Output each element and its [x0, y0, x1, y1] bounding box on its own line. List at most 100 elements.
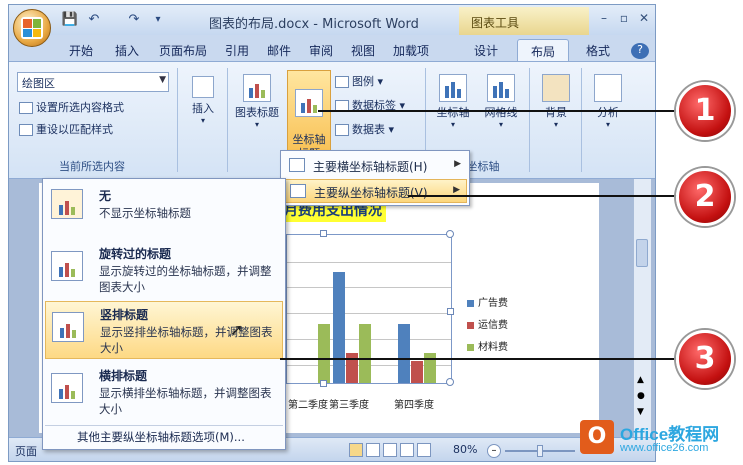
page-indicator[interactable]: 页面: [15, 443, 37, 459]
background-button[interactable]: 背景 ▾: [533, 74, 579, 129]
office-button[interactable]: [13, 9, 51, 47]
data-table-label: 数据表: [352, 123, 385, 136]
tab-design[interactable]: 设计: [461, 39, 511, 61]
outline-icon[interactable]: [400, 443, 414, 457]
data-table-button[interactable]: 数据表 ▾: [335, 120, 394, 140]
next-page-icon[interactable]: ▼: [637, 407, 644, 417]
x-axis-tick-label: 第二季度: [288, 400, 328, 411]
legend-swatch: [467, 321, 474, 329]
legend-entry: 运信费: [467, 316, 508, 331]
gridlines-icon: [487, 74, 515, 102]
axis-titles-menu: 主要横坐标轴标题(H) ▶ 主要纵坐标轴标题(V) ▶: [280, 150, 470, 206]
bar-材料费[interactable]: [318, 324, 330, 383]
resize-handle[interactable]: [320, 380, 327, 387]
chart-title-label: 图表标题: [235, 106, 279, 119]
legend-swatch: [467, 343, 474, 351]
format-selection-label: 设置所选内容格式: [36, 101, 124, 114]
resize-handle[interactable]: [446, 230, 454, 238]
tab-insert[interactable]: 插入: [105, 39, 149, 61]
legend-button[interactable]: 图例 ▾: [335, 72, 383, 92]
axes-icon: [439, 74, 467, 102]
background-icon: [542, 74, 570, 102]
resize-handle[interactable]: [446, 378, 454, 386]
tab-references[interactable]: 引用: [217, 39, 257, 61]
menu-option-description: 显示旋转过的坐标轴标题，并调整图表大小: [99, 264, 272, 294]
menu-item-label: 主要横坐标轴标题(H): [313, 160, 428, 174]
watermark: O Office教程网 www.office26.com: [580, 418, 740, 462]
tab-home[interactable]: 开始: [59, 39, 103, 61]
zoom-out-icon[interactable]: –: [487, 444, 501, 458]
menu-option-description: 显示横排坐标轴标题，并调整图表大小: [99, 386, 272, 416]
print-layout-icon[interactable]: [349, 443, 363, 457]
reset-style-label: 重设以匹配样式: [36, 123, 113, 136]
legend-label: 广告费: [478, 298, 508, 309]
tab-mailings[interactable]: 邮件: [259, 39, 299, 61]
tab-review[interactable]: 审阅: [301, 39, 341, 61]
bar-运信费[interactable]: [411, 361, 423, 383]
menu-option-horizontal-title[interactable]: 横排标题 显示横排坐标轴标题，并调整图表大小: [45, 363, 283, 421]
chart-tools-context-label: 图表工具: [459, 7, 589, 35]
undo-icon[interactable]: ↶: [85, 12, 103, 28]
analysis-button[interactable]: 分析 ▾: [585, 74, 631, 129]
zoom-level[interactable]: 80%: [453, 443, 477, 456]
reset-style-button[interactable]: 重设以匹配样式: [19, 120, 113, 140]
maximize-icon[interactable]: ▫: [615, 11, 633, 27]
gridlines-button[interactable]: 网格线 ▾: [477, 74, 525, 129]
horizontal-title-icon: [51, 373, 83, 403]
resize-handle[interactable]: [320, 230, 327, 237]
more-vertical-axis-title-options[interactable]: 其他主要纵坐标轴标题选项(M)...: [77, 429, 245, 445]
tab-format[interactable]: 格式: [573, 39, 623, 61]
format-selection-button[interactable]: 设置所选内容格式: [19, 98, 124, 118]
resize-handle[interactable]: [447, 308, 454, 315]
office-watermark-logo-icon: O: [580, 420, 614, 454]
submenu-arrow-icon: ▶: [453, 185, 460, 195]
horizontal-axis-title-icon: [289, 158, 305, 172]
gridline: [287, 262, 451, 263]
bar-材料费[interactable]: [359, 324, 371, 383]
group-separator: [581, 68, 582, 172]
bar-广告费[interactable]: [398, 324, 410, 383]
browse-object-icon[interactable]: ●: [637, 391, 645, 401]
menu-option-rotated-title[interactable]: 旋转过的标题 显示旋转过的坐标轴标题，并调整图表大小: [45, 241, 283, 299]
draft-icon[interactable]: [417, 443, 431, 457]
mouse-cursor-icon: ➚: [230, 320, 244, 339]
tab-view[interactable]: 视图: [343, 39, 383, 61]
chart-title-button[interactable]: 图表标题 ▾: [231, 74, 283, 129]
zoom-slider-thumb[interactable]: [537, 445, 543, 457]
axes-button[interactable]: 坐标轴 ▾: [429, 74, 477, 129]
bar-广告费[interactable]: [333, 272, 345, 383]
insert-button[interactable]: 插入 ▾: [183, 76, 223, 125]
scrollbar-thumb[interactable]: [636, 239, 648, 267]
previous-page-icon[interactable]: ▲: [637, 375, 644, 385]
web-layout-icon[interactable]: [383, 443, 397, 457]
vertical-scrollbar[interactable]: ▲ ● ▼: [633, 179, 651, 437]
menu-option-vertical-title[interactable]: 竖排标题 显示竖排坐标轴标题，并调整图表大小 ➚: [45, 301, 283, 359]
minimize-icon[interactable]: –: [595, 11, 613, 27]
tab-layout[interactable]: 布局: [517, 39, 569, 61]
menu-option-title: 无: [99, 189, 112, 203]
customize-toolbar-icon[interactable]: ▾: [149, 12, 167, 28]
full-screen-reading-icon[interactable]: [366, 443, 380, 457]
callout-badge: 3: [676, 330, 734, 388]
menu-item-primary-vertical-axis-title[interactable]: 主要纵坐标轴标题(V) ▶: [283, 179, 467, 203]
gridlines-label: 网格线: [484, 106, 518, 119]
group-separator: [177, 68, 178, 172]
axis-titles-icon: [295, 89, 323, 117]
help-icon[interactable]: ?: [631, 43, 649, 59]
menu-item-primary-horizontal-axis-title[interactable]: 主要横坐标轴标题(H) ▶: [283, 154, 467, 178]
menu-option-none[interactable]: 无 不显示坐标轴标题: [45, 181, 283, 231]
tab-page-layout[interactable]: 页面布局: [151, 39, 215, 61]
chevron-down-icon: ▼: [159, 75, 166, 85]
axis-titles-button[interactable]: 坐标轴 标题 ▾: [287, 70, 331, 186]
save-icon[interactable]: 💾: [61, 12, 79, 28]
menu-divider: [45, 425, 283, 426]
insert-shape-icon: [192, 76, 214, 98]
tab-addins[interactable]: 加载项: [385, 39, 437, 61]
close-icon[interactable]: ✕: [635, 11, 653, 27]
callout-badge: 1: [676, 82, 734, 140]
redo-icon[interactable]: ↷: [125, 12, 143, 28]
data-labels-button[interactable]: 数据标签 ▾: [335, 96, 405, 116]
chart-element-select[interactable]: 绘图区 ▼: [17, 72, 169, 92]
ribbon-tabs: 开始 插入 页面布局 引用 邮件 审阅 视图 加载项 设计 布局 格式 ?: [9, 35, 655, 61]
menu-item-label: 主要纵坐标轴标题(V): [314, 186, 428, 200]
